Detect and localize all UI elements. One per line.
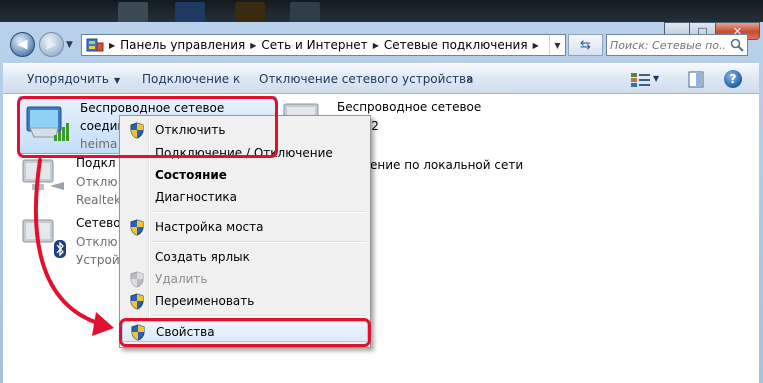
breadcrumb-network-internet[interactable]: Сеть и Интернет	[261, 38, 367, 52]
connection-status: Отклю	[76, 175, 118, 189]
taskbar-thumbnail	[235, 2, 265, 24]
preview-pane-icon[interactable]	[688, 71, 704, 88]
bluetooth-connection-icon	[22, 219, 66, 258]
menu-separator	[151, 315, 366, 317]
chevron-down-icon: ▼	[113, 76, 121, 85]
menu-item-label: Настройка моста	[155, 220, 264, 234]
view-dropdown-icon[interactable]: ▼	[653, 74, 659, 83]
menu-item-label: Состояние	[155, 168, 227, 182]
menu-separator	[151, 211, 366, 213]
annotation-highlight-connection	[17, 96, 278, 158]
address-bar[interactable]: ▶ Панель управления ▶ Сеть и Интернет ▶ …	[81, 34, 566, 56]
help-icon[interactable]: ?	[724, 70, 742, 88]
menu-item-label: Диагностика	[155, 190, 238, 204]
wired-connection-icon	[22, 159, 64, 190]
forward-button[interactable]: ▶	[39, 32, 64, 57]
connection-name: Подкл	[76, 156, 116, 170]
connection-adapter: Realtek	[76, 193, 121, 207]
organize-button[interactable]: Упорядочить ▼	[27, 72, 120, 86]
back-arrow-icon: ◀	[17, 37, 28, 52]
menu-separator	[151, 241, 366, 243]
menu-item-label: Удалить	[155, 272, 208, 286]
change-view-icon[interactable]	[630, 72, 652, 88]
uac-shield-icon	[130, 219, 144, 236]
connection-status: Отклю	[76, 235, 118, 249]
connection-name: ение по локальной сети	[370, 158, 524, 172]
breadcrumb-control-panel[interactable]: Панель управления	[120, 38, 245, 52]
connect-to-button[interactable]: Подключение к	[142, 72, 240, 86]
menu-item-label: Переименовать	[155, 294, 255, 308]
forward-arrow-icon: ▶	[46, 37, 57, 52]
search-input[interactable]	[610, 35, 725, 55]
menu-item-rename[interactable]: Переименовать	[122, 291, 368, 312]
history-dropdown-icon[interactable]: ▼	[66, 40, 73, 50]
breadcrumb-separator-icon[interactable]: ▶	[250, 41, 256, 50]
taskbar-thumbnail	[290, 2, 320, 24]
uac-shield-icon	[130, 271, 144, 288]
more-commands-button[interactable]: »	[466, 72, 473, 86]
breadcrumb-separator-icon[interactable]: ▶	[373, 41, 379, 50]
disable-device-button[interactable]: Отключение сетевого устройства	[259, 72, 473, 86]
connection-name: Беспроводное сетевое	[337, 100, 482, 114]
address-dropdown-icon[interactable]: ▼	[549, 35, 565, 55]
connection-adapter: Устрой	[76, 253, 120, 267]
breadcrumb-separator-icon[interactable]: ▶	[533, 41, 539, 50]
search-icon[interactable]	[730, 38, 744, 52]
menu-item-create-shortcut[interactable]: Создать ярлык	[122, 247, 368, 268]
organize-label: Упорядочить	[27, 72, 109, 86]
uac-shield-icon	[130, 293, 144, 310]
menu-item-delete: Удалить	[122, 269, 368, 290]
breadcrumb-separator-icon[interactable]: ▶	[109, 41, 115, 50]
menu-item-label: Создать ярлык	[155, 250, 250, 264]
navigation-row: ◀ ▶ ▼ ▶ Панель управления ▶ Сеть и Интер…	[0, 30, 763, 60]
refresh-button[interactable]: ⇆	[568, 34, 603, 56]
menu-item-status[interactable]: Состояние	[122, 165, 368, 186]
taskbar-thumbnail	[118, 2, 148, 24]
connection-item-bluetooth[interactable]: Сетевое Отклю Устрой	[20, 214, 130, 290]
annotation-highlight-properties	[119, 318, 371, 347]
menu-item-bridge-connections[interactable]: Настройка моста	[122, 217, 368, 238]
search-box[interactable]	[606, 34, 748, 56]
connection-item-wired[interactable]: Подкл Отклю Realtek	[20, 154, 130, 212]
control-panel-icon	[86, 38, 104, 52]
refresh-icon: ⇆	[580, 37, 591, 53]
taskbar-thumbnail	[175, 2, 205, 24]
menu-item-diagnostics[interactable]: Диагностика	[122, 187, 368, 208]
back-button[interactable]: ◀	[10, 32, 35, 57]
breadcrumb-network-connections[interactable]: Сетевые подключения	[384, 38, 528, 52]
command-bar: Упорядочить ▼ Подключение к Отключение се…	[3, 63, 759, 94]
